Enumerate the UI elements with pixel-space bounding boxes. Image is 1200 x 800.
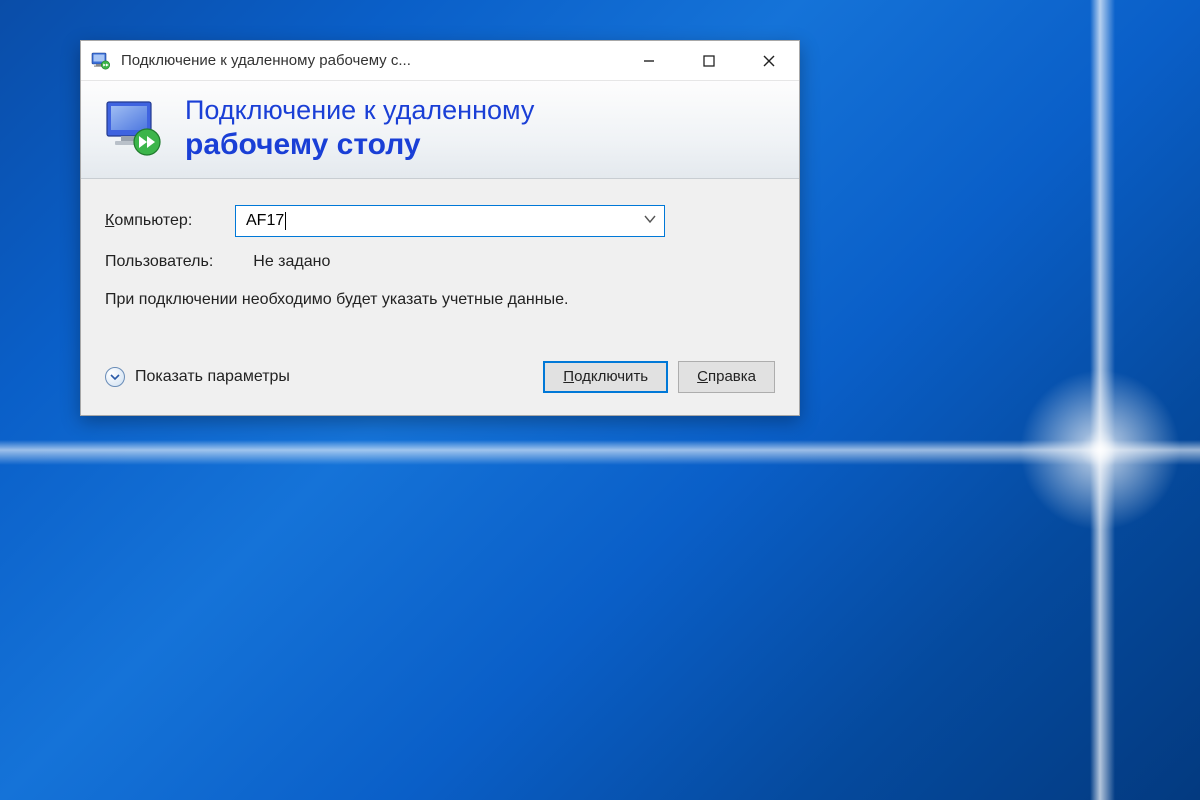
heading-line1: Подключение к удаленному: [185, 95, 534, 127]
connect-button[interactable]: Подключить: [543, 361, 668, 393]
minimize-button[interactable]: [619, 41, 679, 80]
computer-value: AF17: [246, 212, 284, 229]
desktop-background: Подключение к удаленному рабочему с...: [0, 0, 1200, 800]
show-options-toggle[interactable]: Показать параметры: [105, 367, 533, 387]
dialog-header: Подключение к удаленному рабочему столу: [81, 81, 799, 179]
window-title: Подключение к удаленному рабочему с...: [121, 52, 619, 69]
credentials-info-text: При подключении необходимо будет указать…: [105, 289, 625, 311]
maximize-button[interactable]: [679, 41, 739, 80]
heading-line2: рабочему столу: [185, 127, 534, 162]
rdp-dialog: Подключение к удаленному рабочему с...: [80, 40, 800, 416]
rdp-header-icon: [103, 98, 165, 160]
titlebar[interactable]: Подключение к удаленному рабочему с...: [81, 41, 799, 81]
dialog-heading: Подключение к удаленному рабочему столу: [185, 95, 534, 162]
chevron-down-icon[interactable]: [644, 212, 656, 230]
dialog-footer: Показать параметры Подключить Справка: [81, 361, 799, 415]
rdp-app-icon: [91, 51, 111, 71]
close-button[interactable]: [739, 41, 799, 80]
user-value: Не задано: [253, 253, 330, 271]
computer-combobox[interactable]: AF17: [235, 205, 665, 237]
help-button[interactable]: Справка: [678, 361, 775, 393]
dialog-body: Компьютер: AF17 Пользователь: Не задано …: [81, 179, 799, 361]
user-label: Пользователь:: [105, 253, 213, 271]
computer-label: Компьютер:: [105, 212, 235, 230]
expand-down-icon: [105, 367, 125, 387]
text-cursor: [285, 212, 286, 230]
